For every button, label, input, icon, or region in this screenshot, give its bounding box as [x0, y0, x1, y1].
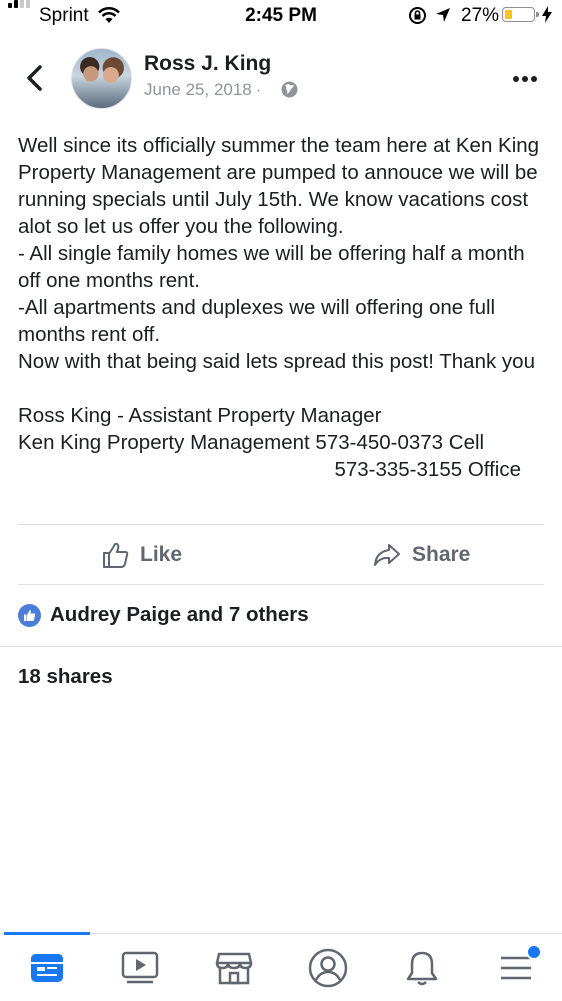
tab-watch[interactable]: [118, 946, 162, 990]
status-bar: Sprint 2:45 PM 27%: [0, 0, 562, 32]
signature-line: Ross King - Assistant Property Manager: [18, 404, 382, 427]
watch-video-icon: [121, 951, 159, 984]
news-feed-icon: [31, 954, 63, 982]
charging-icon: [542, 6, 552, 23]
tab-profile[interactable]: [306, 946, 350, 990]
post-paragraph: Well since its officially summer the tea…: [18, 134, 540, 238]
post-body: Well since its officially summer the tea…: [18, 132, 548, 483]
divider: [18, 584, 544, 585]
reactions-summary[interactable]: Audrey Paige and 7 others: [18, 603, 309, 627]
more-options-icon[interactable]: [512, 75, 538, 83]
public-globe-icon: [281, 81, 298, 98]
like-button[interactable]: Like: [101, 537, 182, 573]
post-paragraph: -All apartments and duplexes we will off…: [18, 296, 496, 346]
post-date[interactable]: June 25, 2018: [144, 80, 252, 99]
reactions-text: Audrey Paige and 7 others: [50, 603, 309, 626]
back-arrow-icon[interactable]: [24, 64, 46, 92]
tab-notifications[interactable]: [400, 946, 444, 990]
post-meta: June 25, 2018 ·: [144, 80, 265, 100]
shares-count[interactable]: 18 shares: [18, 665, 113, 689]
meta-separator: ·: [255, 80, 262, 99]
profile-icon: [308, 948, 348, 988]
author-name[interactable]: Ross J. King: [144, 52, 271, 76]
like-reaction-icon: [18, 603, 41, 627]
thumbs-up-icon: [103, 542, 129, 568]
share-arrow-icon: [374, 544, 400, 566]
bottom-tab-bar: [0, 932, 562, 1001]
marketplace-icon: [215, 952, 253, 985]
active-tab-indicator: [4, 932, 90, 935]
signature-line: Ken King Property Management 573-450-037…: [18, 431, 485, 454]
bell-icon: [406, 951, 438, 986]
rotation-lock-icon: [409, 7, 426, 24]
share-button[interactable]: Share: [372, 537, 470, 573]
signature-line: 573-335-3155 Office: [334, 458, 521, 481]
divider: [0, 646, 562, 647]
battery-icon: [502, 7, 539, 22]
post-paragraph: Now with that being said lets spread thi…: [18, 350, 535, 373]
location-icon: [436, 8, 450, 22]
menu-notification-dot: [526, 944, 542, 960]
divider: [18, 524, 544, 525]
like-label: Like: [140, 543, 183, 566]
author-avatar[interactable]: [71, 48, 132, 109]
battery-percentage: 27%: [461, 5, 500, 26]
share-label: Share: [412, 543, 471, 566]
post-paragraph: - All single family homes we will be off…: [18, 242, 525, 292]
tab-marketplace[interactable]: [212, 946, 256, 990]
tab-news-feed[interactable]: [25, 946, 69, 990]
